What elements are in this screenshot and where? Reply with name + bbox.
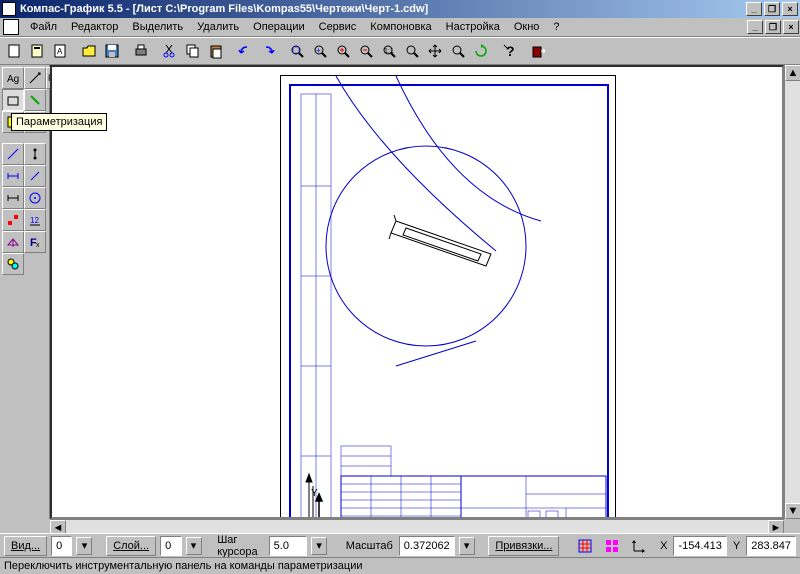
y-value: 283.847 bbox=[746, 536, 796, 556]
workspace: Ag P P 12 Fx bbox=[0, 65, 800, 519]
tool-i1[interactable] bbox=[2, 253, 24, 275]
redo-button[interactable] bbox=[256, 40, 279, 62]
window-title: Компас-График 5.5 - [Лист C:\Program Fil… bbox=[20, 3, 746, 15]
help-button[interactable]: ? bbox=[498, 40, 521, 62]
menubar: Файл Редактор Выделить Удалить Операции … bbox=[0, 18, 800, 37]
tool-b1[interactable] bbox=[2, 89, 24, 111]
exit-button[interactable] bbox=[527, 40, 550, 62]
new-fragment-button[interactable] bbox=[25, 40, 48, 62]
mdi-minimize-button[interactable]: _ bbox=[747, 20, 763, 34]
layer-dropdown[interactable]: ▾ bbox=[186, 537, 202, 555]
menu-service[interactable]: Сервис bbox=[312, 19, 364, 35]
tool-e1[interactable] bbox=[2, 165, 24, 187]
scale-value[interactable]: 0.372062 bbox=[399, 536, 455, 556]
doc-icon[interactable] bbox=[3, 19, 19, 35]
menu-window[interactable]: Окно bbox=[507, 19, 547, 35]
tool-d1[interactable] bbox=[2, 143, 24, 165]
tooltip: Параметризация bbox=[11, 113, 107, 131]
layer-button[interactable]: Слой... bbox=[106, 536, 156, 556]
cursor-step-value[interactable]: 5.0 bbox=[269, 536, 308, 556]
tool-h1[interactable] bbox=[2, 231, 24, 253]
cursor-step-label: Шаг курсора bbox=[215, 534, 264, 558]
status-text: Переключить инструментальную панель на к… bbox=[4, 560, 363, 572]
zoom-scale-button[interactable]: 1:1 bbox=[377, 40, 400, 62]
view-dropdown[interactable]: ▾ bbox=[76, 537, 92, 555]
print-button[interactable] bbox=[129, 40, 152, 62]
snap-button[interactable]: Привязки... bbox=[488, 536, 559, 556]
drawing-canvas[interactable]: Y X bbox=[50, 65, 784, 519]
tool-f1[interactable] bbox=[2, 187, 24, 209]
menu-select[interactable]: Выделить bbox=[125, 19, 190, 35]
new-text-button[interactable]: A bbox=[48, 40, 71, 62]
save-button[interactable] bbox=[100, 40, 123, 62]
layer-value: 0 bbox=[160, 536, 181, 556]
tool-g1[interactable] bbox=[2, 209, 24, 231]
svg-text:+: + bbox=[316, 46, 321, 55]
menu-file[interactable]: Файл bbox=[23, 19, 64, 35]
scroll-down-button[interactable]: ▼ bbox=[785, 503, 800, 519]
zoom-fit-button[interactable] bbox=[446, 40, 469, 62]
local-cs-button[interactable] bbox=[627, 535, 650, 557]
open-button[interactable] bbox=[77, 40, 100, 62]
mdi-restore-button[interactable]: ❐ bbox=[765, 20, 781, 34]
titlebar: Компас-График 5.5 - [Лист C:\Program Fil… bbox=[0, 0, 800, 18]
tool-a1[interactable]: Ag bbox=[2, 67, 24, 89]
zoom-prev-button[interactable] bbox=[400, 40, 423, 62]
x-value: -154.413 bbox=[673, 536, 726, 556]
close-button[interactable]: × bbox=[782, 2, 798, 16]
menu-editor[interactable]: Редактор bbox=[64, 19, 125, 35]
svg-text:Ag: Ag bbox=[7, 74, 19, 85]
mdi-close-button[interactable]: × bbox=[783, 20, 799, 34]
property-bar: Вид... 0 ▾ Слой... 0 ▾ Шаг курсора 5.0 ▾… bbox=[0, 533, 800, 557]
view-button[interactable]: Вид... bbox=[4, 536, 47, 556]
x-label: X bbox=[658, 540, 669, 552]
left-toolbox: Ag P P 12 Fx bbox=[0, 65, 50, 519]
status-bar: Переключить инструментальную панель на к… bbox=[0, 557, 800, 574]
zoom-out-button[interactable] bbox=[354, 40, 377, 62]
paste-button[interactable] bbox=[204, 40, 227, 62]
y-label: Y bbox=[731, 540, 742, 552]
svg-text:?: ? bbox=[506, 43, 515, 59]
menu-layout[interactable]: Компоновка bbox=[363, 19, 438, 35]
ortho-button[interactable] bbox=[600, 535, 623, 557]
app-icon bbox=[2, 2, 16, 16]
view-value: 0 bbox=[51, 536, 72, 556]
zoom-in-button[interactable] bbox=[331, 40, 354, 62]
tool-g2[interactable]: 12 bbox=[24, 209, 46, 231]
svg-text:1:1: 1:1 bbox=[384, 48, 394, 55]
tool-d2[interactable] bbox=[24, 143, 46, 165]
menu-help[interactable]: ? bbox=[546, 19, 566, 35]
main-toolbar: A + 1:1 ? bbox=[0, 37, 800, 65]
cut-button[interactable] bbox=[158, 40, 181, 62]
svg-text:A: A bbox=[57, 47, 63, 56]
tool-h2[interactable]: Fx bbox=[24, 231, 46, 253]
drawing-sheet: Y X bbox=[280, 75, 616, 519]
menu-operations[interactable]: Операции bbox=[246, 19, 311, 35]
tool-f2[interactable] bbox=[24, 187, 46, 209]
cursor-step-dropdown[interactable]: ▾ bbox=[311, 537, 327, 555]
vertical-scrollbar[interactable]: ▲ ▼ bbox=[784, 65, 800, 519]
tool-e2[interactable] bbox=[24, 165, 46, 187]
svg-text:12: 12 bbox=[30, 216, 39, 225]
undo-button[interactable] bbox=[233, 40, 256, 62]
grid-button[interactable] bbox=[573, 535, 596, 557]
zoom-window-button[interactable]: + bbox=[308, 40, 331, 62]
tool-a2[interactable] bbox=[24, 67, 46, 89]
maximize-button[interactable]: ❐ bbox=[764, 2, 780, 16]
scale-label: Масштаб bbox=[344, 540, 395, 552]
scroll-up-button[interactable]: ▲ bbox=[785, 65, 800, 81]
redraw-button[interactable] bbox=[469, 40, 492, 62]
new-button[interactable] bbox=[2, 40, 25, 62]
scale-dropdown[interactable]: ▾ bbox=[459, 537, 475, 555]
minimize-button[interactable]: _ bbox=[746, 2, 762, 16]
svg-text:Y: Y bbox=[311, 488, 318, 499]
tool-b2[interactable] bbox=[24, 89, 46, 111]
zoom-all-button[interactable] bbox=[285, 40, 308, 62]
pan-button[interactable] bbox=[423, 40, 446, 62]
menu-settings[interactable]: Настройка bbox=[439, 19, 507, 35]
menu-delete[interactable]: Удалить bbox=[190, 19, 246, 35]
svg-text:x: x bbox=[36, 242, 40, 249]
copy-button[interactable] bbox=[181, 40, 204, 62]
